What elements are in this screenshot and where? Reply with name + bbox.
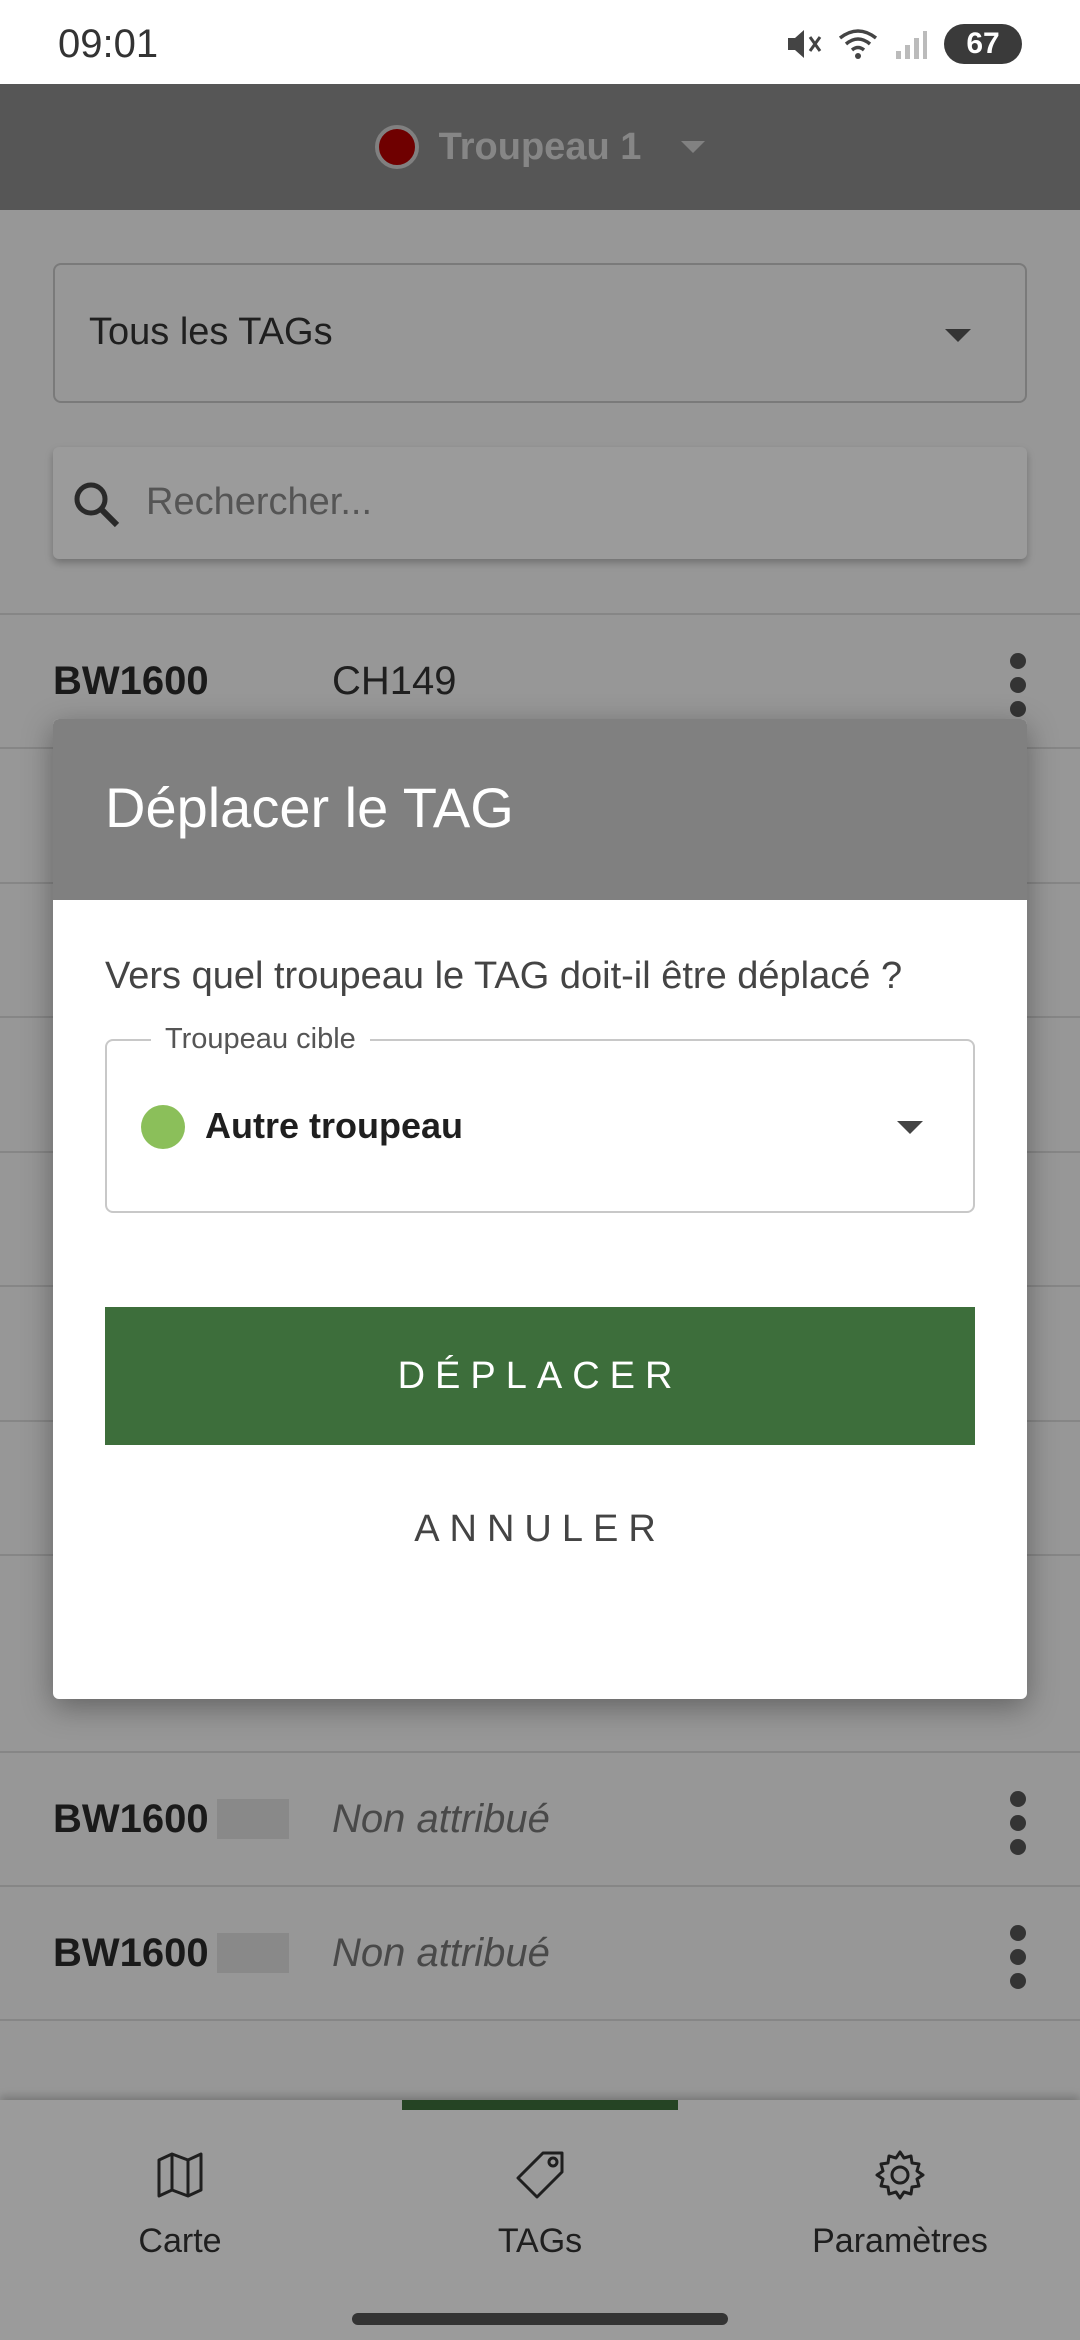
status-time: 09:01 xyxy=(58,22,159,66)
signal-icon xyxy=(896,31,927,59)
cancel-button[interactable]: ANNULER xyxy=(105,1479,975,1579)
target-herd-select[interactable]: Troupeau cible Autre troupeau xyxy=(105,1023,975,1213)
battery-icon: 67 xyxy=(944,24,1022,64)
move-button[interactable]: DÉPLACER xyxy=(105,1307,975,1445)
target-herd-color-dot xyxy=(141,1105,185,1149)
status-bar: 09:01 67 xyxy=(0,0,1080,84)
status-icons: 67 xyxy=(784,24,1022,64)
mute-icon xyxy=(788,30,822,58)
wifi-icon xyxy=(838,29,878,59)
chevron-down-icon xyxy=(897,1121,923,1134)
dialog-title: Déplacer le TAG xyxy=(105,776,514,839)
dialog-header: Déplacer le TAG xyxy=(53,719,1027,900)
dialog-question: Vers quel troupeau le TAG doit-il être d… xyxy=(105,955,903,997)
move-tag-dialog: Déplacer le TAG Vers quel troupeau le TA… xyxy=(53,719,1027,1699)
target-herd-value: Autre troupeau xyxy=(205,1105,464,1146)
target-herd-label: Troupeau cible xyxy=(151,1023,370,1056)
